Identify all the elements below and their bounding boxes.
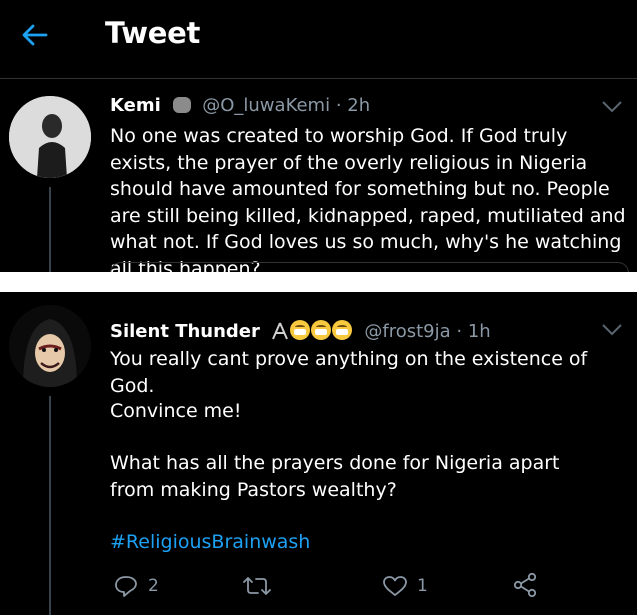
chevron-down-icon[interactable] [600,100,624,114]
tweet-kemi[interactable]: Kemi @O_luwaKemi · 2h No one was created… [0,79,637,280]
fist-emoji-icon [172,97,191,113]
arrow-left-icon [22,24,48,46]
author-name[interactable]: Silent Thunder [110,321,260,342]
reply-button[interactable]: 2 [113,574,159,598]
tweet-text: No one was created to worship God. If Go… [110,125,626,280]
thread-line [49,396,51,615]
chevron-down-icon[interactable] [600,323,624,337]
author-name[interactable]: Kemi [110,95,161,116]
reply-count: 2 [148,576,159,596]
like-button[interactable]: 1 [382,574,428,598]
author-handle[interactable]: @frost9ja [364,321,450,342]
tweet-header: Kemi @O_luwaKemi · 2h [110,95,370,116]
tweet-text-line-2: Convince me! [110,400,242,422]
reply-icon [115,576,137,597]
share-icon [513,572,537,598]
avatar-kemi[interactable] [9,96,91,178]
retweet-icon [243,577,271,595]
separator-bar [0,272,637,292]
avatar-silent-thunder[interactable] [9,305,91,387]
author-handle[interactable]: @O_luwaKemi [202,95,330,116]
tweet-text-line-1: You really cant prove anything on the ex… [110,348,588,397]
retweet-button[interactable] [243,574,271,598]
compass-emoji-icon [270,322,290,340]
mask-emoji-icon [310,320,331,340]
tweet-text-line-3: What has all the prayers done for Nigeri… [110,452,560,501]
page-title: Tweet [105,16,201,50]
tweet-silent-thunder[interactable]: Silent Thunder @frost9ja · 1h You really… [0,292,637,615]
top-bar: Tweet [0,0,637,79]
share-button[interactable] [512,572,538,598]
mask-emoji-icon [289,320,310,340]
tweet-time[interactable]: 1h [468,321,491,342]
dot-separator: · [330,95,348,116]
tweet-time[interactable]: 2h [347,95,370,116]
tweet-header: Silent Thunder @frost9ja · 1h [110,320,491,342]
hashtag-link[interactable]: #ReligiousBrainwash [110,529,630,556]
mask-emoji-icon [331,320,352,340]
heart-icon [383,576,407,596]
back-button[interactable] [20,20,50,50]
dot-separator: · [450,321,468,342]
like-count: 1 [417,576,428,596]
thread-line [49,187,51,272]
